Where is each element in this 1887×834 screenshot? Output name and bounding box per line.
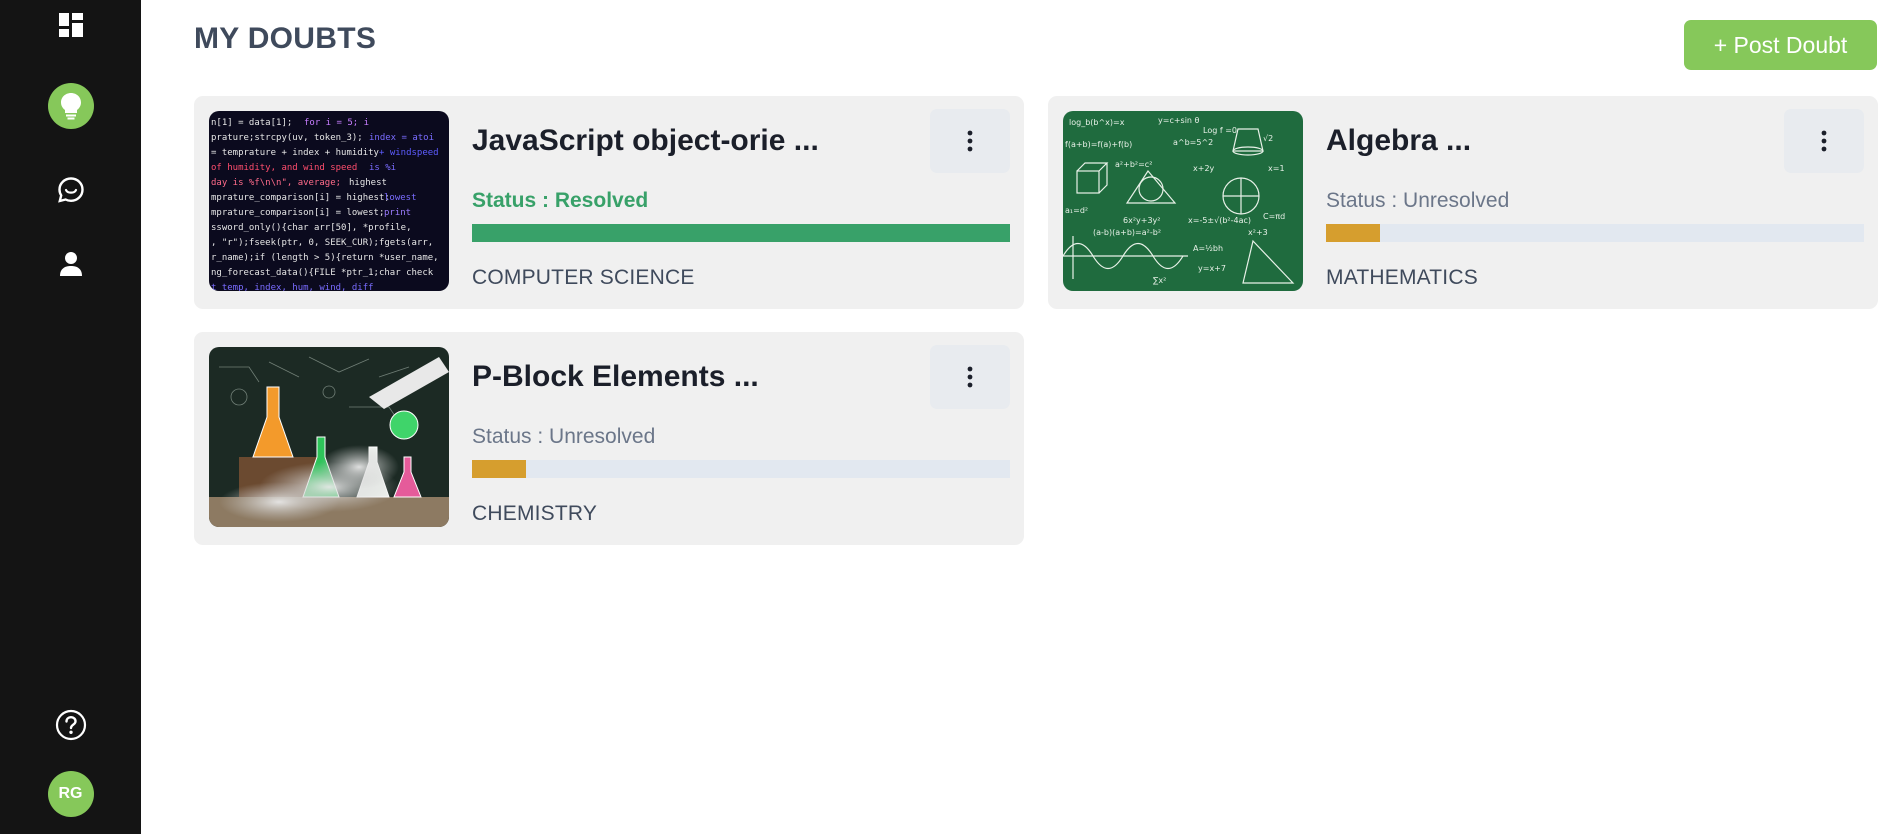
progress-fill — [472, 460, 526, 478]
kebab-menu-icon — [967, 366, 973, 388]
svg-text:x=-5±√(b²-4ac): x=-5±√(b²-4ac) — [1188, 216, 1251, 225]
progress-fill — [472, 224, 1010, 242]
status-label: Status : Resolved — [472, 189, 649, 212]
svg-text:+ windspeed: + windspeed — [379, 148, 439, 158]
svg-text:y=c+sin θ: y=c+sin θ — [1158, 116, 1200, 125]
svg-text:= temprature + index + humidit: = temprature + index + humidity — [211, 148, 380, 158]
svg-text:6x²y+3y²: 6x²y+3y² — [1123, 216, 1161, 225]
svg-text:∑x²: ∑x² — [1153, 276, 1166, 285]
user-icon[interactable] — [55, 248, 87, 280]
svg-text:mprature_comparison[i] = lowes: mprature_comparison[i] = lowest; — [211, 208, 384, 218]
kebab-menu-icon — [967, 130, 973, 152]
svg-text:of humidity, and wind speed: of humidity, and wind speed — [211, 163, 357, 173]
svg-text:A=½bh: A=½bh — [1193, 244, 1223, 253]
svg-text:ssword_only(){char arr[50], *p: ssword_only(){char arr[50], *profile, — [211, 223, 411, 233]
doubt-card[interactable]: n[1] = data[1]; for i = 5; i prature;strc… — [194, 96, 1024, 309]
post-doubt-button[interactable]: + Post Doubt — [1684, 20, 1877, 70]
avatar-initials: RG — [58, 785, 83, 802]
svg-text:print: print — [384, 208, 411, 218]
status-label: Status : Unresolved — [1326, 189, 1510, 212]
sidebar: RG — [0, 0, 141, 834]
svg-text:x=1: x=1 — [1268, 164, 1285, 173]
svg-text:(a-b)(a+b)=a²-b²: (a-b)(a+b)=a²-b² — [1093, 228, 1161, 237]
svg-text:x²+3: x²+3 — [1248, 228, 1268, 237]
kebab-menu-icon — [1821, 130, 1827, 152]
doubt-card[interactable]: P-Block Elements ... Status : Unresolved… — [194, 332, 1024, 545]
main-content: MY DOUBTS + Post Doubt n[1] = data[1]; fo… — [141, 0, 1887, 834]
svg-text:n[1] = data[1];: n[1] = data[1]; — [211, 118, 292, 128]
svg-text:y=x+7: y=x+7 — [1198, 264, 1226, 273]
progress-fill — [1326, 224, 1380, 242]
svg-text:lowest: lowest — [384, 193, 417, 203]
svg-text:index = atoi: index = atoi — [369, 133, 434, 143]
svg-text:t temp, index, hum, wind, diff: t temp, index, hum, wind, diff — [211, 283, 374, 291]
svg-text:Log f =0: Log f =0 — [1203, 126, 1237, 135]
svg-text:log_b(b^x)=x: log_b(b^x)=x — [1069, 118, 1125, 127]
doubt-title[interactable]: JavaScript object-orie ... — [472, 124, 819, 158]
svg-text:f(a+b)=f(a)+f(b): f(a+b)=f(a)+f(b) — [1065, 140, 1132, 149]
svg-text:day is %f\n\n", average;: day is %f\n\n", average; — [211, 178, 341, 188]
svg-text:highest: highest — [349, 178, 387, 188]
svg-text:x+2y: x+2y — [1193, 164, 1215, 173]
svg-text:ng_forecast_data(){FILE *ptr_1: ng_forecast_data(){FILE *ptr_1;char chec… — [211, 268, 434, 278]
svg-text:r_name);if (length > 5){return: r_name);if (length > 5){return *user_nam… — [211, 253, 439, 263]
svg-text:prature;strcpy(uv, token_3);: prature;strcpy(uv, token_3); — [211, 133, 363, 143]
subject-label: COMPUTER SCIENCE — [472, 266, 695, 289]
chalkboard-math-image: log_b(b^x)=x y=c+sin θ Log f =0 f(a+b)=f(a… — [1063, 111, 1303, 291]
page-title: MY DOUBTS — [194, 22, 377, 55]
doubt-title[interactable]: P-Block Elements ... — [472, 360, 759, 394]
svg-text:for i = 5; i: for i = 5; i — [304, 118, 369, 128]
subject-label: CHEMISTRY — [472, 502, 598, 525]
doubt-title[interactable]: Algebra ... — [1326, 124, 1471, 158]
progress-bar — [1326, 224, 1864, 242]
svg-text:is %i: is %i — [369, 163, 396, 173]
progress-bar — [472, 224, 1010, 242]
svg-text:, "r");fseek(ptr, 0, SEEK_CUR): , "r");fseek(ptr, 0, SEEK_CUR);fgets(arr… — [211, 238, 433, 248]
doubt-card[interactable]: log_b(b^x)=x y=c+sin θ Log f =0 f(a+b)=f(a… — [1048, 96, 1878, 309]
help-icon[interactable] — [54, 708, 88, 742]
more-options-button[interactable] — [1784, 109, 1864, 173]
avatar[interactable]: RG — [47, 771, 94, 817]
svg-text:a^b=5^2: a^b=5^2 — [1173, 138, 1213, 147]
code-screen-image: n[1] = data[1]; for i = 5; i prature;strc… — [209, 111, 449, 291]
more-options-button[interactable] — [930, 345, 1010, 409]
svg-text:a₁=d²: a₁=d² — [1065, 206, 1088, 215]
svg-text:mprature_comparison[i] = highe: mprature_comparison[i] = highest; — [211, 193, 390, 203]
svg-text:√2: √2 — [1263, 134, 1273, 143]
svg-text:a²+b²=c²: a²+b²=c² — [1115, 160, 1152, 169]
chat-icon[interactable] — [55, 174, 87, 206]
svg-text:C=πd: C=πd — [1263, 212, 1285, 221]
more-options-button[interactable] — [930, 109, 1010, 173]
status-label: Status : Unresolved — [472, 425, 656, 448]
lightbulb-icon[interactable] — [47, 83, 94, 129]
progress-bar — [472, 460, 1010, 478]
chemistry-flasks-image — [209, 347, 449, 527]
subject-label: MATHEMATICS — [1326, 266, 1478, 289]
dashboard-icon[interactable] — [56, 10, 86, 40]
